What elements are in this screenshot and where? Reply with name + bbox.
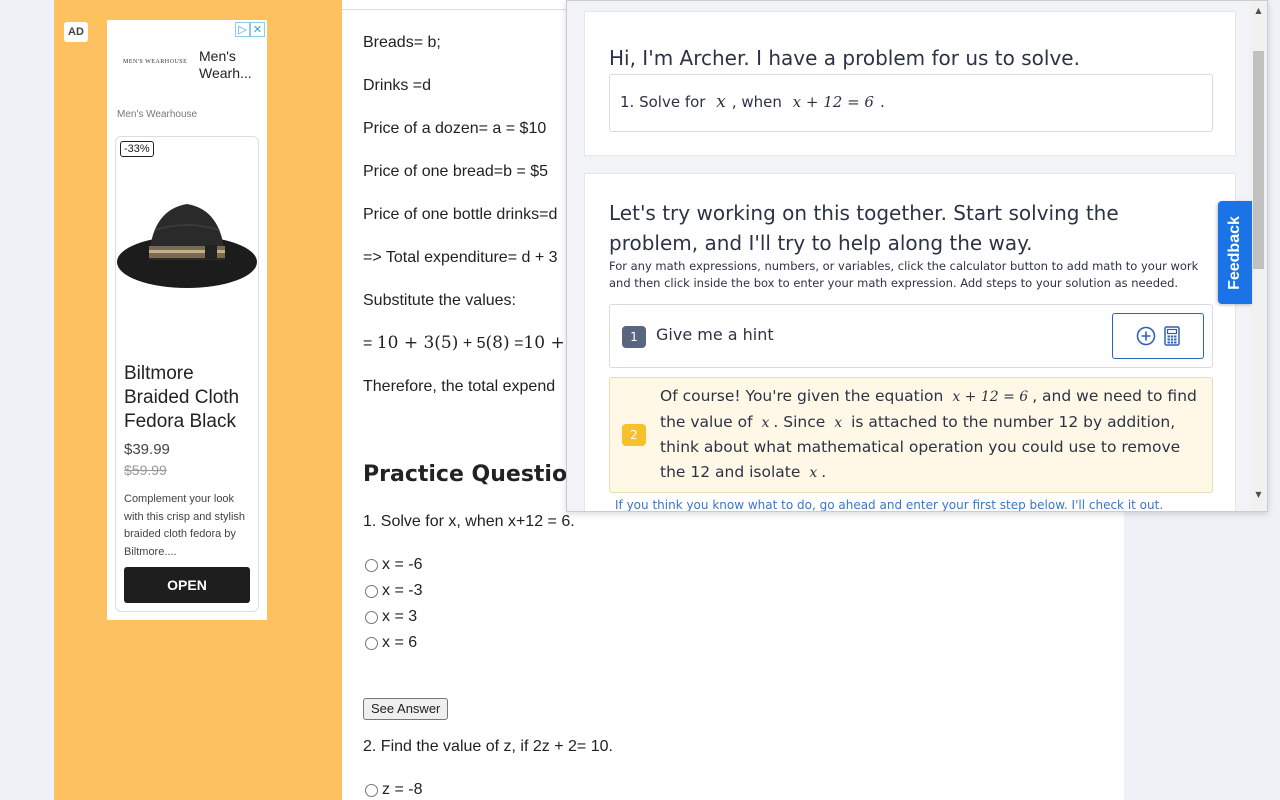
problem-text: , when [731, 93, 782, 111]
radio-button[interactable] [365, 783, 378, 797]
question-1: 1. Solve for x, when x+12 = 6. [363, 513, 575, 530]
q1-option[interactable]: x = -6 [365, 556, 422, 574]
hint-request-text[interactable]: Give me a hint [656, 325, 774, 344]
ad-product-name[interactable]: Biltmore Braided Cloth Fedora Black [124, 362, 254, 434]
option-label: z = -8 [382, 781, 423, 798]
problem-text: 1. Solve for [620, 93, 706, 111]
archer-tutor-panel: Hi, I'm Archer. I have a problem for us … [566, 0, 1268, 512]
problem-text: . [879, 93, 885, 111]
hint-equation: x + 12 = 6 [952, 389, 1029, 405]
step-number: 2 [622, 424, 646, 446]
option-label: x = -3 [382, 582, 423, 599]
problem-equation: x + 12 = 6 [792, 93, 874, 111]
hint-response-text: Of course! You're given the equation x +… [660, 384, 1200, 485]
article-line: Price of one bread=b = $5 [363, 163, 549, 180]
article-expression: = 10 + 3(5) + 5(8) =10 + 1 [363, 333, 581, 353]
step-1-row[interactable]: 1 Give me a hint [609, 304, 1213, 368]
q1-option[interactable]: x = 3 [365, 608, 417, 626]
fedora-hat-image[interactable] [115, 190, 259, 300]
article-line: Breads= b; [363, 34, 441, 51]
scroll-up-icon[interactable]: ▲ [1250, 3, 1267, 19]
problem-statement: 1. Solve for x , when x + 12 = 6. [609, 74, 1213, 132]
ad-description: Complement your look with this crisp and… [124, 493, 246, 558]
next-step-prompt: If you think you know what to do, go ahe… [615, 498, 1164, 512]
radio-button[interactable] [365, 558, 378, 572]
ad-card[interactable]: ▷ ✕ MEN'S WEARHOUSE Men's Wearh... Men's… [107, 20, 267, 620]
ad-brand-name[interactable]: Men's Wearh... [199, 48, 261, 82]
expr-part: = [363, 335, 377, 352]
radio-button[interactable] [365, 584, 378, 598]
top-edge [342, 0, 566, 10]
expr-math: (8) [485, 333, 510, 353]
see-answer-button[interactable]: See Answer [363, 698, 449, 720]
popup-scrollbar[interactable]: ▲ ▼ [1250, 1, 1267, 511]
problem-variable: x [716, 92, 726, 112]
hint-variable: x [834, 414, 843, 431]
radio-button[interactable] [365, 610, 378, 624]
ad-badge: AD [64, 22, 88, 42]
hint-text: . [821, 462, 827, 481]
hint-text: . Since [773, 412, 826, 431]
article-line: Therefore, the total expend [363, 378, 556, 395]
expr-part: = [509, 335, 524, 352]
step-number: 1 [622, 326, 646, 348]
article-line: Price of one bottle drinks=d [363, 206, 558, 223]
close-icon[interactable]: ✕ [250, 22, 265, 37]
hint-variable: x [809, 464, 818, 481]
radio-button[interactable] [365, 636, 378, 650]
expr-part: + 5 [458, 335, 486, 352]
feedback-label: Feedback [1226, 215, 1243, 290]
ad-advertiser: Men's Wearhouse [117, 109, 198, 120]
article-line: => Total expenditure= d + 3 [363, 249, 558, 266]
ad-price: $39.99 [124, 441, 170, 458]
article-line: Price of a dozen= a = $10 [363, 120, 547, 137]
q1-option[interactable]: x = -3 [365, 582, 422, 600]
feedback-tab[interactable]: Feedback [1218, 201, 1252, 304]
option-label: x = 3 [382, 608, 418, 625]
expr-math: 10 + 3(5) [376, 333, 459, 353]
add-math-button[interactable] [1112, 313, 1204, 359]
option-label: x = 6 [382, 634, 418, 651]
question-2: 2. Find the value of z, if 2z + 2= 10. [363, 738, 613, 755]
q2-option[interactable]: z = -8 [365, 781, 422, 799]
q1-option[interactable]: x = 6 [365, 634, 417, 652]
scroll-down-icon[interactable]: ▼ [1250, 487, 1267, 503]
ad-old-price: $59.99 [124, 462, 167, 478]
brand-logo: MEN'S WEARHOUSE [123, 59, 188, 65]
archer-greeting: Hi, I'm Archer. I have a problem for us … [609, 46, 1080, 70]
problem-card: Hi, I'm Archer. I have a problem for us … [584, 11, 1236, 156]
article-line: Drinks =d [363, 77, 432, 94]
hint-variable: x [761, 414, 770, 431]
step-2-hint-row: 2 Of course! You're given the equation x… [609, 377, 1213, 493]
hint-text: Of course! You're given the equation [660, 387, 944, 405]
adchoices-icon[interactable]: ▷ [235, 22, 250, 37]
ad-choices[interactable]: ▷ ✕ [235, 22, 265, 37]
option-label: x = -6 [382, 556, 423, 573]
practice-questions-heading: Practice Questions [363, 462, 596, 487]
ad-open-button[interactable]: OPEN [124, 567, 250, 603]
discount-badge: -33% [120, 141, 154, 157]
work-title: Let's try working on this together. Star… [609, 201, 1119, 255]
work-card: Let's try working on this together. Star… [584, 173, 1236, 511]
work-instructions: For any math expressions, numbers, or va… [609, 259, 1199, 290]
calculator-icon[interactable] [1164, 326, 1180, 346]
article-line: Substitute the values: [363, 292, 516, 309]
add-circle-icon[interactable] [1136, 326, 1156, 346]
scrollbar-thumb[interactable] [1253, 51, 1264, 269]
